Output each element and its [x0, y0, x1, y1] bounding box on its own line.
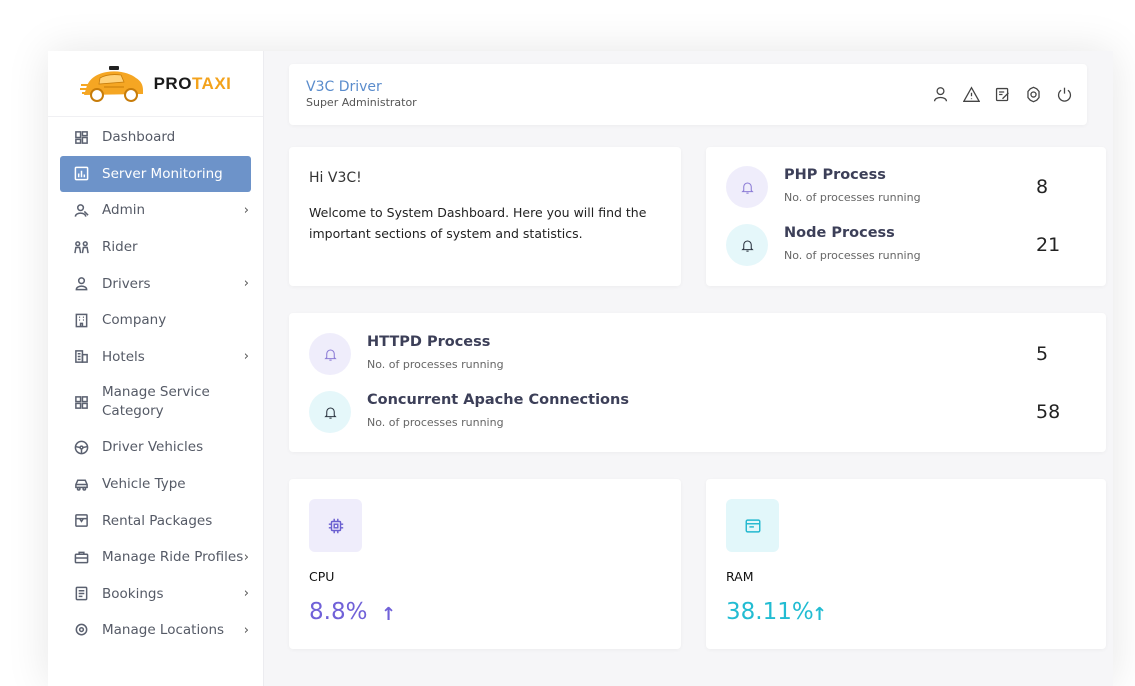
chevron-right-icon: › — [243, 586, 249, 602]
stat-label: CPU — [309, 569, 335, 584]
bell-icon — [309, 391, 351, 433]
welcome-message: Welcome to System Dashboard. Here you wi… — [309, 205, 647, 241]
sidebar-item-label: Manage Locations — [102, 622, 225, 639]
process-title: HTTPD Process — [367, 334, 491, 350]
stat-value: 38.11% — [726, 599, 814, 625]
bookings-icon — [73, 586, 89, 602]
sidebar-item-manage-ride-profiles[interactable]: Manage Ride Profiles › — [60, 539, 251, 576]
welcome-card: Hi V3C! Welcome to System Dashboard. Her… — [289, 147, 681, 286]
location-icon — [73, 622, 89, 638]
process-title: Concurrent Apache Connections — [367, 392, 629, 408]
sidebar-item-label: Manage Ride Profiles — [102, 549, 244, 566]
sidebar-item-drivers[interactable]: Drivers › — [60, 265, 251, 302]
admin-icon — [73, 202, 89, 218]
rider-icon — [73, 239, 89, 255]
steering-icon — [73, 439, 89, 455]
node-process-row: Node Process No. of processes running 21 — [726, 224, 1113, 268]
chevron-right-icon: › — [243, 622, 249, 638]
sidebar-item-manage-service-category[interactable]: Manage Service Category — [60, 375, 251, 429]
process-title: Node Process — [784, 225, 895, 241]
sidebar-item-rental-packages[interactable]: Rental Packages — [60, 502, 251, 539]
company-icon — [73, 312, 89, 328]
arrow-up-icon: ↑ — [381, 604, 397, 625]
php-process-row: PHP Process No. of processes running 8 — [726, 166, 1113, 210]
sidebar-item-label: Manage Service Category — [102, 384, 210, 420]
sidebar-item-server-monitoring[interactable]: Server Monitoring — [60, 155, 251, 193]
browser-window-icon — [726, 499, 779, 552]
dashboard-icon — [73, 129, 89, 145]
app-frame: PROTAXI Dashboard Server Monitoring Admin ›… — [48, 51, 1113, 686]
bell-icon — [726, 166, 768, 208]
car-icon — [73, 476, 89, 492]
cpu-stat-card: CPU 8.8% ↑ — [289, 479, 681, 649]
package-icon — [73, 513, 89, 529]
sidebar-item-label: Vehicle Type — [102, 476, 186, 493]
apache-connections-row: Concurrent Apache Connections No. of pro… — [309, 391, 1113, 435]
user-role: Super Administrator — [306, 96, 417, 109]
sidebar-item-vehicle-type[interactable]: Vehicle Type — [60, 466, 251, 503]
chart-icon — [73, 166, 89, 182]
category-icon — [73, 394, 89, 410]
sidebar-item-label: Rider — [102, 239, 138, 256]
sidebar-item-label: Bookings — [102, 585, 164, 602]
sidebar-item-label: Server Monitoring — [102, 165, 223, 182]
cpu-chip-icon — [309, 499, 362, 552]
process-title: PHP Process — [784, 167, 886, 183]
sidebar-item-manage-locations[interactable]: Manage Locations › — [60, 612, 251, 649]
sidebar-item-bookings[interactable]: Bookings › — [60, 576, 251, 613]
process-card-php-node: PHP Process No. of processes running 8 N… — [706, 147, 1106, 286]
process-count: 5 — [1036, 343, 1049, 365]
driver-icon — [73, 276, 89, 292]
sidebar-item-label: Hotels — [102, 348, 145, 365]
httpd-process-row: HTTPD Process No. of processes running 5 — [309, 333, 1113, 377]
taxi-logo-icon — [79, 65, 143, 102]
process-subtitle: No. of processes running — [784, 249, 921, 262]
arrow-up-icon: ↑ — [812, 604, 828, 625]
sidebar-item-label: Drivers — [102, 275, 151, 292]
hotel-icon — [73, 349, 89, 365]
sidebar-item-dashboard[interactable]: Dashboard — [60, 119, 251, 156]
header-actions — [931, 85, 1073, 103]
main-content: V3C Driver Super Administrator Hi V3C! W… — [264, 51, 1113, 686]
settings-gear-icon[interactable] — [1024, 85, 1042, 103]
process-subtitle: No. of processes running — [367, 416, 504, 429]
chevron-right-icon: › — [243, 276, 249, 292]
chevron-right-icon: › — [243, 549, 249, 565]
process-subtitle: No. of processes running — [784, 191, 921, 204]
sidebar-item-admin[interactable]: Admin › — [60, 192, 251, 229]
ram-stat-card: RAM 38.11% ↑ — [706, 479, 1106, 649]
user-profile-icon[interactable] — [931, 85, 949, 103]
user-name: V3C Driver — [306, 79, 382, 95]
brand-name: PROTAXI — [153, 73, 232, 93]
sidebar-item-driver-vehicles[interactable]: Driver Vehicles — [60, 429, 251, 466]
sidebar-item-label: Admin — [102, 202, 146, 219]
warning-icon[interactable] — [962, 85, 980, 103]
top-header: V3C Driver Super Administrator — [289, 64, 1087, 125]
stat-label: RAM — [726, 569, 754, 584]
sidebar-item-rider[interactable]: Rider — [60, 229, 251, 266]
welcome-greeting: Hi V3C! — [309, 170, 362, 186]
sidebar-item-label: Company — [102, 312, 167, 329]
power-icon[interactable] — [1055, 85, 1073, 103]
sidebar-item-label: Driver Vehicles — [102, 439, 204, 456]
brand-logo[interactable]: PROTAXI — [48, 51, 263, 117]
briefcase-icon — [73, 549, 89, 565]
sidebar-item-hotels[interactable]: Hotels › — [60, 339, 251, 376]
bell-icon — [726, 224, 768, 266]
sidebar-nav: Dashboard Server Monitoring Admin › Rider Dri… — [48, 117, 263, 649]
chevron-right-icon: › — [243, 349, 249, 365]
sidebar-item-company[interactable]: Company — [60, 302, 251, 339]
stat-value: 8.8% — [309, 599, 368, 625]
process-count: 8 — [1036, 176, 1049, 198]
process-card-httpd-apache: HTTPD Process No. of processes running 5… — [289, 313, 1106, 452]
edit-note-icon[interactable] — [993, 85, 1011, 103]
bell-icon — [309, 333, 351, 375]
process-count: 21 — [1036, 234, 1061, 256]
chevron-right-icon: › — [243, 202, 249, 218]
process-subtitle: No. of processes running — [367, 358, 504, 371]
sidebar: PROTAXI Dashboard Server Monitoring Admin ›… — [48, 51, 264, 686]
process-count: 58 — [1036, 401, 1061, 423]
sidebar-item-label: Dashboard — [102, 129, 176, 146]
sidebar-item-label: Rental Packages — [102, 512, 213, 529]
